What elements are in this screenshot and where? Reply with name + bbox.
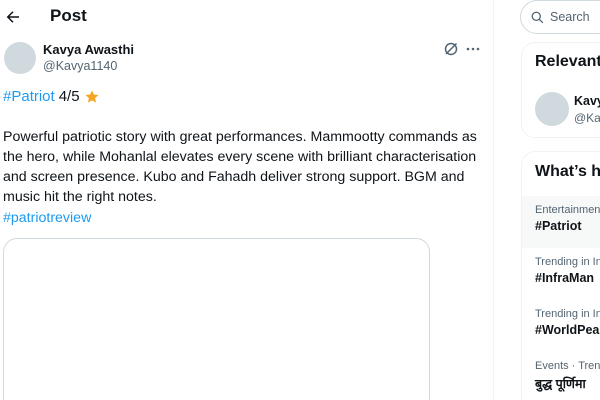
trend-item[interactable]: Trending in In #InfraMan <box>522 248 600 300</box>
back-button[interactable] <box>2 6 24 28</box>
post-rating-line: #Patriot 4/5 <box>3 88 100 105</box>
media-card[interactable] <box>3 238 430 400</box>
relevant-avatar[interactable] <box>535 92 569 126</box>
relevant-people-card: Relevant Kavy @Kavy <box>521 42 600 138</box>
trend-context: Trending in In <box>535 256 600 268</box>
relevant-name[interactable]: Kavy <box>574 94 600 108</box>
page-title: Post <box>50 6 87 25</box>
star-icon <box>85 89 99 103</box>
post-column: Post Kavya Awasthi @Kavya1140 #Patriot 4… <box>0 0 494 400</box>
arrow-left-icon <box>6 11 19 23</box>
trend-context: Events · Trend <box>535 360 600 372</box>
trend-name: बुद्ध पूर्णिमा <box>535 377 586 391</box>
author-handle[interactable]: @Kavya1140 <box>43 59 117 73</box>
trend-context: Entertainment <box>535 204 600 216</box>
hashtag-link[interactable]: #Patriot <box>3 88 55 105</box>
grok-icon[interactable] <box>443 41 459 57</box>
trend-context: Trending in In <box>535 308 600 320</box>
search-input[interactable]: Search <box>520 0 600 34</box>
trend-name: #InfraMan <box>535 271 595 285</box>
more-icon[interactable] <box>465 41 481 57</box>
trend-item[interactable]: Events · Trend बुद्ध पूर्णिमा <box>522 352 600 400</box>
search-placeholder: Search <box>550 10 590 24</box>
author-avatar[interactable] <box>4 42 36 74</box>
whats-happening-card: What’s h Entertainment #Patriot Trending… <box>521 151 600 400</box>
post-text: Powerful patriotic story with great perf… <box>3 129 477 205</box>
author-name[interactable]: Kavya Awasthi <box>43 42 134 57</box>
search-icon <box>531 11 544 23</box>
relevant-handle[interactable]: @Kavy <box>574 111 600 125</box>
relevant-heading: Relevant <box>535 53 600 70</box>
trend-item[interactable]: Entertainment #Patriot <box>522 196 600 248</box>
top-bar: Post <box>0 0 494 34</box>
trend-name: #WorldPea <box>535 323 600 337</box>
trend-item[interactable]: Trending in In #WorldPea <box>522 300 600 352</box>
rating-text: 4/5 <box>58 88 80 105</box>
trend-name: #Patriot <box>535 219 582 233</box>
review-hashtag-link[interactable]: #patriotreview <box>3 208 91 228</box>
whats-happening-heading: What’s h <box>535 163 600 180</box>
